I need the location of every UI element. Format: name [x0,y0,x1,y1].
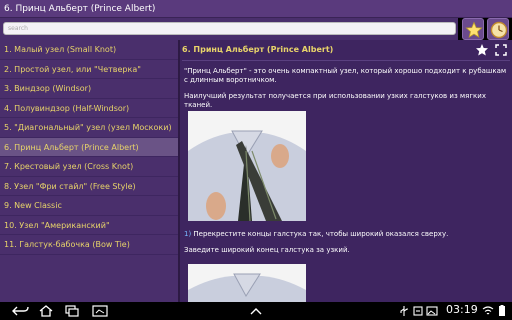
screenshot-icon[interactable] [92,305,108,317]
history-button[interactable] [487,18,509,40]
search-bar: search [0,18,458,40]
battery-icon [499,305,505,316]
recent-apps-icon[interactable] [64,305,80,317]
best-result-text: Наилучший результат получается при испол… [184,92,486,109]
favorite-star-icon[interactable] [475,43,489,57]
step-1-text: 1) Перекрестите концы галстука так, чтоб… [184,230,510,239]
image-icon [426,306,438,316]
window-title: 6. Принц Альберт (Prince Albert) [0,0,512,18]
title-separator [182,60,510,61]
sidebar-item[interactable]: 9. New Classic [0,196,178,216]
status-clock: 03:19 [446,303,478,316]
favorites-button[interactable] [462,18,484,40]
sidebar-item[interactable]: 11. Галстук-бабочка (Bow Tie) [0,235,178,255]
home-icon[interactable] [38,305,54,317]
sidebar-item[interactable]: 4. Полувиндзор (Half-Windsor) [0,99,178,118]
usb-icon [400,306,408,316]
search-input[interactable]: search [3,22,456,35]
chevron-up-icon[interactable] [248,305,264,317]
back-icon[interactable] [10,305,30,317]
step-1-number: 1) [184,230,192,238]
step-1-photo [188,111,306,221]
intro-text: "Принц Альберт" - это очень компактный у… [184,67,507,84]
knot-list: 1. Малый узел (Small Knot) 2. Простой узе… [0,40,178,302]
detail-title: 6. Принц Альберт (Prince Albert) [182,45,334,54]
clock-icon [490,21,508,39]
sidebar-item[interactable]: 1. Малый узел (Small Knot) [0,40,178,60]
step-2-photo [188,264,306,302]
sidebar-item[interactable]: 2. Простой узел, или "Четверка" [0,60,178,79]
notification-icon [413,306,423,316]
star-icon [465,21,483,38]
detail-panel: 6. Принц Альберт (Prince Albert) "Принц … [180,40,512,302]
sidebar-item[interactable]: 10. Узел "Американский" [0,216,178,235]
system-navigation-bar: 03:19 [0,302,512,320]
sidebar-item[interactable]: 6. Принц Альберт (Prince Albert) [0,137,178,157]
sidebar-item[interactable]: 8. Узел "Фри стайл" (Free Style) [0,177,178,196]
step-1-instruction: Перекрестите концы галстука так, чтобы ш… [193,230,449,238]
sidebar-item[interactable]: 3. Виндзор (Windsor) [0,79,178,99]
sidebar-item[interactable]: 7. Крестовый узел (Cross Knot) [0,157,178,177]
step-1-followup: Заведите широкий конец галстука за узкий… [184,246,350,254]
fullscreen-icon[interactable] [495,44,507,56]
sidebar-item[interactable]: 5. "Диагональный" узел (узел Москоки) [0,118,178,138]
wifi-icon [482,306,494,315]
